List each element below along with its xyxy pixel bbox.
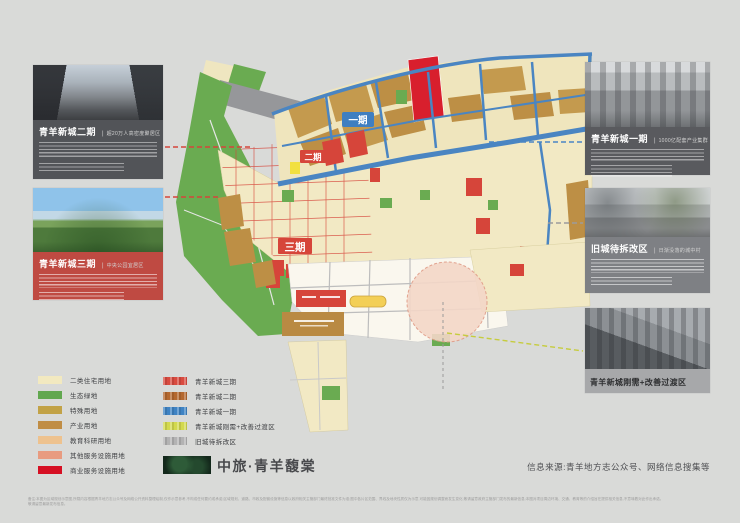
legend-swatch bbox=[163, 407, 187, 415]
legend-swatch bbox=[38, 391, 62, 399]
info-card-phase2: 青羊新城二期 | 超20万人高密度聚居区 bbox=[33, 65, 163, 179]
oldtown-title: 旧城待拆改区 bbox=[591, 242, 648, 255]
phase2-subtitle: 超20万人高密度聚居区 bbox=[107, 130, 161, 137]
legend-label: 青羊新城一期 bbox=[195, 406, 236, 416]
legend-swatch bbox=[38, 451, 62, 459]
body-text bbox=[39, 142, 157, 159]
legend-swatch bbox=[163, 377, 187, 385]
map-transition-circle bbox=[407, 262, 487, 342]
legend-label: 商业服务设施用地 bbox=[70, 465, 125, 475]
legend-label: 旧城待拆改区 bbox=[195, 436, 236, 446]
title-divider: | bbox=[654, 248, 656, 254]
map-label-phase3: 三期 bbox=[278, 238, 312, 254]
phase3-photo bbox=[33, 188, 163, 252]
map-green-parcel bbox=[322, 386, 340, 400]
phase1-photo bbox=[585, 62, 710, 127]
map-road-pill bbox=[350, 296, 386, 307]
title-divider: | bbox=[654, 138, 656, 144]
legend-label: 二类住宅用地 bbox=[70, 375, 111, 385]
legend-label: 特殊用地 bbox=[70, 405, 98, 415]
legend-item: 旧城待拆改区 bbox=[163, 436, 236, 445]
info-card-phase1: 青羊新城一期 | 1000亿配套产业集群 bbox=[585, 62, 710, 175]
info-card-oldtown: 旧城待拆改区 | 日渐没落的城中村 bbox=[585, 188, 710, 293]
brand-name: 中旅·青羊馥棠 bbox=[217, 456, 316, 476]
legend-item: 青羊新城刚需+改善过渡区 bbox=[163, 421, 275, 430]
legend-label: 青羊新城三期 bbox=[195, 376, 236, 386]
legend-item: 产业用地 bbox=[38, 420, 98, 429]
title-divider: | bbox=[102, 131, 104, 137]
legend-swatch bbox=[38, 436, 62, 444]
legend-item: 教育科研用地 bbox=[38, 435, 111, 444]
legend-item: 特殊用地 bbox=[38, 405, 98, 414]
legend-label: 其他服务设施用地 bbox=[70, 450, 125, 460]
legend-item: 商业服务设施用地 bbox=[38, 465, 125, 474]
map-commercial-parcel bbox=[510, 264, 524, 276]
legend-item: 生态绿地 bbox=[38, 390, 98, 399]
phase3-title: 青羊新城三期 bbox=[39, 257, 96, 270]
transition-photo bbox=[585, 308, 710, 369]
source-note: 信息来源:青羊地方志公众号、网络信息搜集等 bbox=[527, 461, 710, 473]
oldtown-photo bbox=[585, 188, 710, 237]
legend-swatch bbox=[38, 421, 62, 429]
legend-swatch bbox=[38, 466, 62, 474]
poster-page: 一期 二期 三期 青羊新城二期 | 超20万人高密度聚居区 bbox=[0, 0, 740, 523]
legend-label: 青羊新城二期 bbox=[195, 391, 236, 401]
phase2-photo bbox=[33, 65, 163, 120]
legend-swatch bbox=[163, 437, 187, 445]
body-text bbox=[39, 163, 124, 173]
body-text bbox=[591, 277, 672, 287]
legend-swatch bbox=[38, 406, 62, 414]
map-brown-box bbox=[282, 312, 344, 336]
map-green-parcel bbox=[396, 90, 407, 104]
body-text bbox=[39, 292, 124, 302]
map-label-phase2: 二期 bbox=[300, 150, 326, 163]
title-divider: | bbox=[102, 263, 104, 269]
legend-label: 教育科研用地 bbox=[70, 435, 111, 445]
phase2-title: 青羊新城二期 bbox=[39, 125, 96, 138]
legend-item: 青羊新城一期 bbox=[163, 406, 236, 415]
body-text bbox=[39, 274, 157, 288]
legend-item: 青羊新城三期 bbox=[163, 376, 236, 385]
map-red-banner bbox=[296, 290, 346, 307]
phase1-subtitle: 1000亿配套产业集群 bbox=[659, 137, 708, 144]
body-text bbox=[591, 149, 704, 161]
phase1-title: 青羊新城一期 bbox=[591, 132, 648, 145]
legend-swatch bbox=[38, 376, 62, 384]
oldtown-subtitle: 日渐没落的城中村 bbox=[659, 247, 701, 254]
legend-label: 产业用地 bbox=[70, 420, 98, 430]
transition-title: 青羊新城刚需+改善过渡区 bbox=[590, 378, 686, 387]
svg-text:二期: 二期 bbox=[304, 152, 322, 162]
legend-item: 青羊新城二期 bbox=[163, 391, 236, 400]
legend-label: 生态绿地 bbox=[70, 390, 98, 400]
legend-swatch bbox=[163, 392, 187, 400]
footer-disclaimer: 备注:本图为区域规划示意图,所载内容根据青羊地方志公众号及网络公开资料整理绘制,… bbox=[28, 497, 712, 507]
svg-text:一期: 一期 bbox=[348, 115, 367, 127]
footer-line-2: 敬请留意最新发布信息。 bbox=[28, 502, 68, 506]
brand-logo-image bbox=[163, 456, 211, 474]
map-parcel bbox=[470, 242, 590, 312]
legend-swatch bbox=[163, 422, 187, 430]
info-card-transition: 青羊新城刚需+改善过渡区 bbox=[585, 308, 710, 393]
phase3-subtitle: 中央公园宜居区 bbox=[107, 262, 144, 269]
footer-line-1: 备注:本图为区域规划示意图,所载内容根据青羊地方志公众号及网络公开资料整理绘制,… bbox=[28, 497, 663, 501]
info-card-phase3: 青羊新城三期 | 中央公园宜居区 bbox=[33, 188, 163, 300]
legend-item: 二类住宅用地 bbox=[38, 375, 111, 384]
legend-item: 其他服务设施用地 bbox=[38, 450, 125, 459]
body-text bbox=[591, 259, 704, 273]
map-label-phase1: 一期 bbox=[342, 112, 374, 127]
legend-label: 青羊新城刚需+改善过渡区 bbox=[195, 421, 275, 431]
body-text bbox=[591, 165, 672, 178]
svg-text:三期: 三期 bbox=[285, 241, 306, 254]
